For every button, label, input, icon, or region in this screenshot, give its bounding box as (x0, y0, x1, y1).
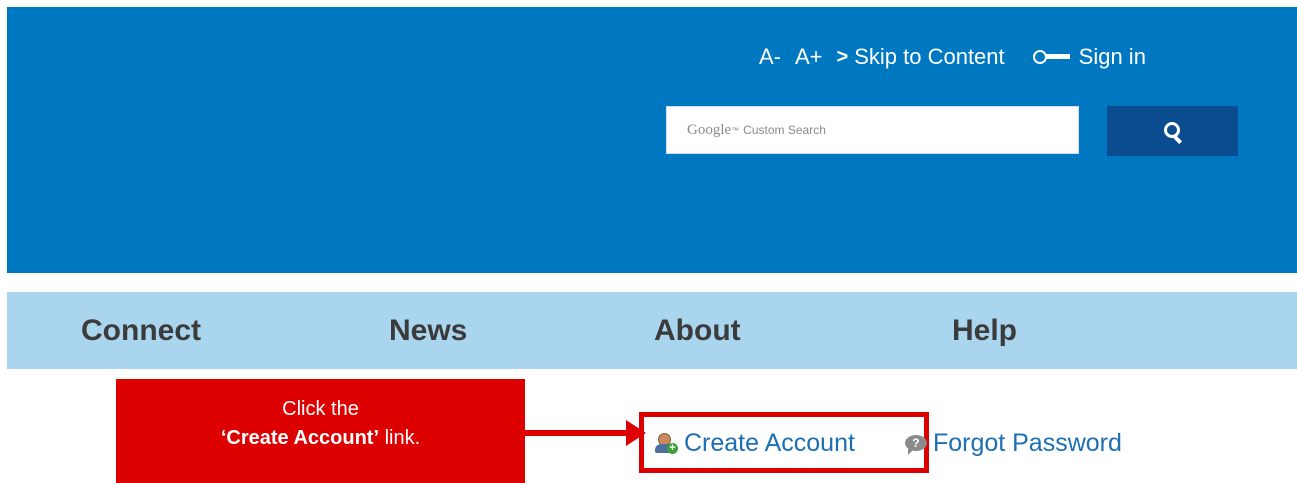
question-bubble-icon: ? (904, 435, 927, 455)
google-brand-text: Google (687, 121, 732, 138)
chevron-right-icon: > (836, 45, 849, 68)
search-icon (1163, 122, 1182, 145)
nav-item-help[interactable]: Help (952, 292, 1017, 369)
user-add-icon: + (655, 431, 678, 455)
callout-suffix: link. (379, 427, 421, 449)
sign-in-link[interactable]: Sign in (1032, 44, 1146, 70)
search-button[interactable] (1107, 106, 1238, 156)
sign-in-label: Sign in (1078, 44, 1146, 69)
nav-item-news[interactable]: News (389, 292, 467, 369)
key-icon (1032, 49, 1073, 65)
login-links: + Create Account ? Forgot Password (655, 424, 1122, 462)
forgot-password-link[interactable]: ? Forgot Password (904, 428, 1122, 458)
font-decrease-link[interactable]: A- (759, 44, 781, 70)
font-increase-link[interactable]: A+ (795, 44, 823, 70)
forgot-password-label: Forgot Password (932, 428, 1122, 457)
instruction-callout: Click the ‘Create Account’ link. (116, 379, 525, 483)
skip-to-content-link[interactable]: > Skip to Content (837, 44, 1005, 70)
create-account-link[interactable]: + Create Account (655, 429, 855, 458)
trademark-symbol: ™ (731, 125, 740, 135)
utility-bar: A- A+ > Skip to Content Sign in (759, 42, 1146, 72)
callout-highlight: ‘Create Account’ (220, 427, 380, 449)
nav-item-connect[interactable]: Connect (81, 292, 201, 369)
callout-line2: ‘Create Account’ link. (116, 424, 525, 453)
nav-item-about[interactable]: About (654, 292, 741, 369)
search-placeholder: Custom Search (743, 123, 826, 137)
callout-arrow-line (525, 430, 631, 436)
search-input[interactable]: Google ™ Custom Search (666, 106, 1079, 154)
main-nav: Connect News About Help (7, 292, 1297, 369)
callout-line1: Click the (282, 398, 359, 420)
skip-to-content-label: Skip to Content (854, 44, 1005, 69)
create-account-label: Create Account (684, 428, 855, 457)
